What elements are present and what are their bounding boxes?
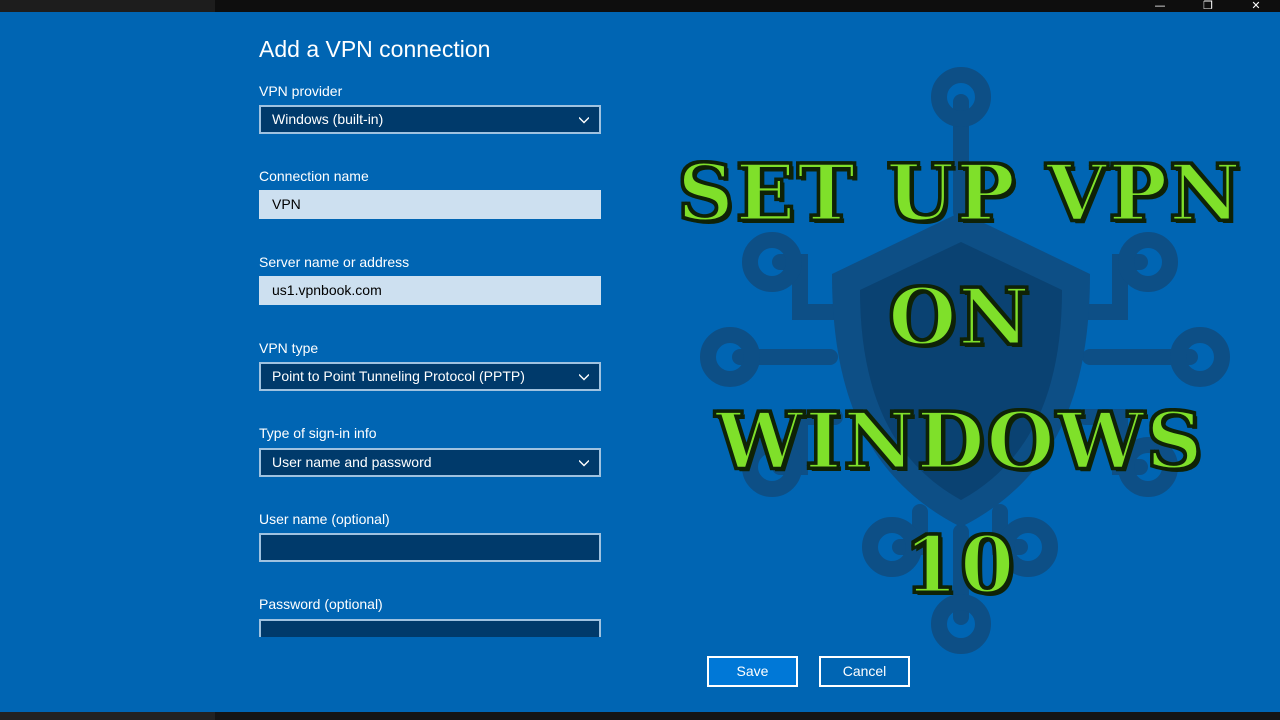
bottom-bar-left-segment bbox=[0, 712, 215, 720]
overlay-title: SET UP VPN ON WINDOWS 10 bbox=[640, 132, 1280, 628]
server-address-label: Server name or address bbox=[259, 254, 410, 270]
overlay-line-3: WINDOWS bbox=[714, 395, 1205, 489]
settings-panel: SET UP VPN ON WINDOWS 10 Add a VPN conne… bbox=[0, 12, 1280, 712]
sign-in-type-dropdown[interactable]: User name and password bbox=[259, 448, 601, 477]
password-label: Password (optional) bbox=[259, 596, 383, 612]
title-bar-left-segment bbox=[0, 0, 215, 12]
window-controls: — ❐ ✕ bbox=[1136, 0, 1280, 12]
cancel-button[interactable]: Cancel bbox=[819, 656, 910, 687]
bottom-bar bbox=[0, 712, 1280, 720]
vpn-provider-value: Windows (built-in) bbox=[272, 111, 384, 127]
password-input[interactable] bbox=[259, 619, 601, 637]
page-title: Add a VPN connection bbox=[259, 36, 491, 62]
chevron-down-icon bbox=[579, 374, 589, 381]
vpn-provider-label: VPN provider bbox=[259, 83, 343, 99]
overlay-line-1: SET UP VPN bbox=[676, 147, 1243, 241]
connection-name-label: Connection name bbox=[259, 168, 369, 184]
vpn-type-label: VPN type bbox=[259, 340, 319, 356]
save-button[interactable]: Save bbox=[707, 656, 798, 687]
username-label: User name (optional) bbox=[259, 511, 390, 527]
close-icon[interactable]: ✕ bbox=[1232, 0, 1280, 12]
sign-in-type-label: Type of sign-in info bbox=[259, 425, 377, 441]
overlay-line-4: 10 bbox=[902, 519, 1017, 613]
overlay-line-2: ON bbox=[887, 271, 1032, 365]
server-address-input[interactable]: us1.vpnbook.com bbox=[259, 276, 601, 305]
vpn-type-dropdown[interactable]: Point to Point Tunneling Protocol (PPTP) bbox=[259, 362, 601, 391]
title-bar bbox=[0, 0, 1280, 12]
connection-name-value: VPN bbox=[272, 196, 301, 212]
sign-in-type-value: User name and password bbox=[272, 454, 432, 470]
minimize-icon[interactable]: — bbox=[1136, 0, 1184, 12]
chevron-down-icon bbox=[579, 117, 589, 124]
chevron-down-icon bbox=[579, 460, 589, 467]
username-input[interactable] bbox=[259, 533, 601, 562]
server-address-value: us1.vpnbook.com bbox=[272, 282, 382, 298]
vpn-type-value: Point to Point Tunneling Protocol (PPTP) bbox=[272, 368, 525, 384]
restore-icon[interactable]: ❐ bbox=[1184, 0, 1232, 12]
vpn-provider-dropdown[interactable]: Windows (built-in) bbox=[259, 105, 601, 134]
connection-name-input[interactable]: VPN bbox=[259, 190, 601, 219]
